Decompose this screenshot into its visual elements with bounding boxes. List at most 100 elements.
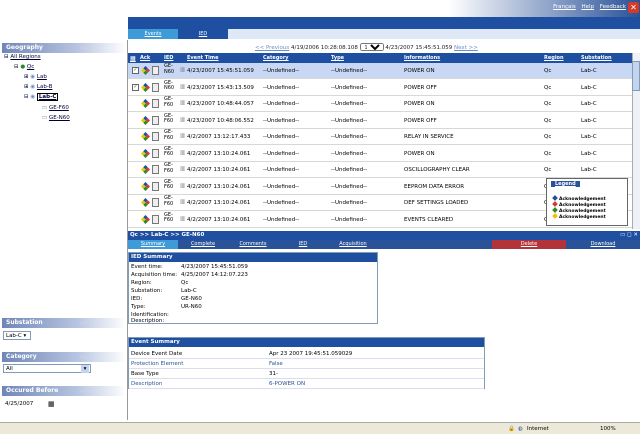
document-icon[interactable] bbox=[152, 148, 159, 158]
ack-checkbox[interactable] bbox=[132, 199, 139, 206]
category-select[interactable]: All ▾ bbox=[3, 364, 91, 373]
document-icon[interactable] bbox=[152, 181, 159, 191]
row-informations: EEPROM DATA ERROR bbox=[404, 183, 465, 190]
col-substation[interactable]: Substation bbox=[581, 55, 612, 61]
substation-select[interactable]: Lab-C ▾ bbox=[3, 331, 31, 340]
ack-checkbox[interactable] bbox=[132, 149, 139, 157]
col-ack[interactable]: Ack bbox=[140, 55, 150, 61]
document-icon[interactable] bbox=[152, 132, 159, 141]
col-informations[interactable]: Informations bbox=[404, 55, 440, 61]
range-start: 4/19/2006 10:28:08.108 bbox=[290, 45, 358, 51]
row-type: --Undefined-- bbox=[331, 68, 368, 74]
col-event-time[interactable]: Event Time bbox=[187, 55, 218, 61]
ack-checkbox[interactable]: ✓ bbox=[132, 67, 139, 74]
ack-checkbox[interactable]: ✓ bbox=[132, 83, 139, 91]
ied-type-label: Type: bbox=[131, 304, 146, 310]
event-row-label: Device Event Date bbox=[131, 351, 183, 357]
tree-lab-b[interactable]: ⊞ ◉ Lab-B bbox=[24, 84, 52, 90]
help-link[interactable]: Help bbox=[582, 4, 595, 10]
ied-event-time: 4/23/2007 15:45:51.059 bbox=[181, 264, 248, 270]
delete-button[interactable]: Delete bbox=[492, 240, 566, 249]
row-event-time: 4/23/2007 10:48:44.057 bbox=[187, 101, 254, 107]
row-region: Qc bbox=[544, 101, 552, 107]
ied-description-label: Description: bbox=[131, 318, 165, 324]
ack-checkbox[interactable] bbox=[132, 133, 139, 140]
previous-link[interactable]: << Previous bbox=[255, 45, 289, 51]
row-informations: RELAY IN SERVICE bbox=[404, 134, 454, 140]
col-ied[interactable]: IED bbox=[164, 55, 173, 61]
row-substation: Lab-C bbox=[581, 150, 597, 157]
table-row[interactable]: GE- F60 4/23/2007 10:48:44.057 --Undefined-… bbox=[128, 96, 632, 112]
ack-checkbox[interactable] bbox=[132, 116, 139, 124]
tab-acquisition[interactable]: Acquisition bbox=[328, 240, 378, 249]
document-icon[interactable] bbox=[152, 66, 159, 75]
zoom-level[interactable]: 100% bbox=[600, 426, 616, 432]
tab-summary[interactable]: Summary bbox=[128, 240, 178, 249]
ack-checkbox[interactable] bbox=[132, 215, 139, 223]
close-icon[interactable]: ✕ bbox=[628, 2, 639, 13]
tree-ge-n60[interactable]: ▭ GE-N60 bbox=[42, 115, 70, 121]
table-row[interactable]: ✓ GE- N60 4/23/2007 15:43:13.509 --Undefined… bbox=[128, 80, 632, 96]
occurred-date-field[interactable]: 4/25/2007 bbox=[3, 400, 45, 409]
row-type: --Undefined-- bbox=[331, 183, 368, 190]
ied-substation: Lab-C bbox=[181, 288, 197, 294]
document-icon[interactable] bbox=[152, 198, 159, 207]
row-ied: GE- F60 bbox=[164, 162, 174, 174]
main-tabs: Events IED bbox=[128, 29, 640, 39]
ack-checkbox[interactable] bbox=[132, 100, 139, 107]
page-size-select[interactable]: 100 bbox=[359, 43, 384, 51]
calendar-icon[interactable]: ▦ bbox=[48, 400, 55, 408]
left-panel: Geography ››› ⊟ All Regions ⊟ ● Qc ⊞ ◉ La… bbox=[0, 40, 128, 420]
tree-all-regions[interactable]: ⊟ All Regions bbox=[4, 54, 41, 60]
status-diamond-icon bbox=[141, 165, 150, 174]
event-type-icon: ▥ bbox=[180, 67, 186, 73]
tab-complete[interactable]: Complete bbox=[178, 240, 228, 249]
col-region[interactable]: Region bbox=[544, 55, 564, 61]
window-controls-icon[interactable]: ▭ ◻ ✕ bbox=[620, 231, 638, 240]
event-type-icon: ▥ bbox=[180, 166, 186, 172]
tab-ied[interactable]: IED bbox=[178, 29, 228, 39]
ied-acq-label: Acquisition time: bbox=[131, 272, 178, 278]
row-type: --Undefined-- bbox=[331, 134, 368, 140]
row-ied: GE- F60 bbox=[164, 96, 174, 108]
row-event-time: 4/2/2007 13:12:17.433 bbox=[187, 134, 251, 140]
francais-link[interactable]: Français bbox=[553, 4, 576, 10]
select-all-icon[interactable]: ▦ bbox=[130, 55, 136, 62]
document-icon[interactable] bbox=[152, 115, 159, 125]
event-type-icon: ▥ bbox=[180, 149, 186, 156]
row-region: Qc bbox=[544, 167, 552, 173]
tree-ge-f60[interactable]: ▭ GE-F60 bbox=[42, 105, 69, 111]
tree-lab[interactable]: ⊞ ◉ Lab bbox=[24, 74, 47, 80]
document-icon[interactable] bbox=[152, 165, 159, 174]
table-row[interactable]: GE- F60 4/23/2007 10:48:06.552 --Undefined-… bbox=[128, 113, 632, 129]
row-region: Qc bbox=[544, 150, 552, 157]
tab-detail-ied[interactable]: IED bbox=[278, 240, 328, 249]
tree-qc[interactable]: ⊟ ● Qc bbox=[14, 64, 34, 70]
col-category[interactable]: Category bbox=[263, 55, 289, 61]
table-row[interactable]: GE- F60 4/2/2007 13:10:24.061 --Undefined--… bbox=[128, 146, 632, 162]
table-row[interactable]: ✓ GE- N60 4/23/2007 15:45:51.059 --Undefined… bbox=[128, 63, 632, 79]
table-row[interactable]: GE- F60 4/2/2007 13:12:17.433 --Undefined--… bbox=[128, 129, 632, 145]
row-category: --Undefined-- bbox=[263, 167, 300, 173]
document-icon[interactable] bbox=[152, 99, 159, 108]
feedback-link[interactable]: Feedback bbox=[600, 4, 626, 10]
top-links: Français Help Feedback bbox=[549, 4, 626, 10]
event-row: Description 6-POWER ON bbox=[129, 379, 484, 389]
row-substation: Lab-C bbox=[581, 134, 597, 140]
tab-comments[interactable]: Comments bbox=[228, 240, 278, 249]
document-icon[interactable] bbox=[152, 214, 159, 224]
next-link[interactable]: Next >> bbox=[454, 45, 478, 51]
table-row[interactable]: GE- F60 4/2/2007 13:10:24.061 --Undefined--… bbox=[128, 162, 632, 178]
document-icon[interactable] bbox=[152, 82, 159, 92]
row-category: --Undefined-- bbox=[263, 84, 300, 91]
row-type: --Undefined-- bbox=[331, 167, 368, 173]
ack-checkbox[interactable] bbox=[132, 166, 139, 173]
col-type[interactable]: Type bbox=[331, 55, 344, 61]
tree-lab-c[interactable]: ⊟ ◉ Lab-C bbox=[24, 93, 59, 101]
ack-checkbox[interactable] bbox=[132, 182, 139, 190]
download-button[interactable]: Download bbox=[566, 240, 640, 249]
row-category: --Undefined-- bbox=[263, 150, 300, 157]
grid-scroll-thumb[interactable] bbox=[632, 61, 640, 91]
tab-events[interactable]: Events bbox=[128, 29, 178, 39]
row-event-time: 4/2/2007 13:10:24.061 bbox=[187, 200, 251, 206]
